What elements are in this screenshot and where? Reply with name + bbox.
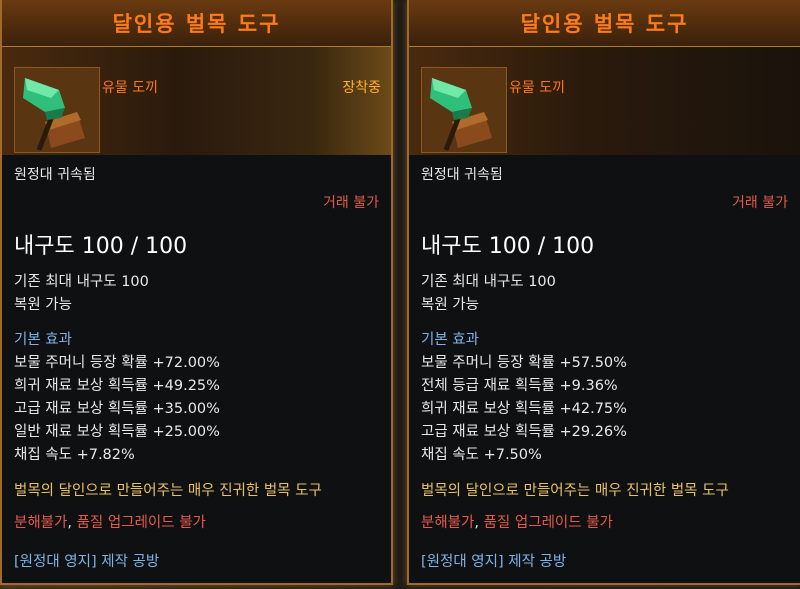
- no-disassemble: 분해불가: [421, 515, 475, 531]
- base-effect-title: 기본 효과: [421, 332, 479, 348]
- max-durability: 기존 최대 내구도 100: [14, 274, 149, 290]
- effect-line: 고급 재료 보상 획득률 +29.26%: [421, 424, 627, 440]
- item-tooltip-compare: 달인용 벌목 도구 유물 도끼 원정대 귀속됨 거래 불가 내구도 100 / …: [407, 0, 800, 585]
- max-durability: 기존 최대 내구도 100: [421, 274, 556, 290]
- effect-line: 보물 주머니 등장 확률 +57.50%: [421, 355, 627, 371]
- effect-line: 전체 등급 재료 획득률 +9.36%: [421, 378, 618, 394]
- durability: 내구도 100 / 100: [14, 234, 188, 259]
- restorable: 복원 가능: [14, 297, 72, 313]
- effect-line: 채집 속도 +7.82%: [14, 447, 135, 463]
- item-grade-type: 유물 도끼: [509, 80, 565, 96]
- no-quality-upgrade: 품질 업그레이드 불가: [483, 515, 613, 531]
- restrictions: 분해불가, 품질 업그레이드 불가: [421, 511, 613, 532]
- equipped-badge: 장착중: [342, 80, 381, 96]
- item-grade-type: 유물 도끼: [102, 80, 158, 96]
- trade-status: 거래 불가: [323, 195, 379, 211]
- restrictions: 분해불가, 품질 업그레이드 불가: [14, 511, 206, 532]
- effect-line: 일반 재료 보상 획득률 +25.00%: [14, 424, 220, 440]
- item-description: 벌목의 달인으로 만들어주는 매우 진귀한 벌목 도구: [421, 483, 729, 499]
- durability: 내구도 100 / 100: [421, 234, 595, 259]
- tooltip-header: 유물 도끼: [409, 47, 800, 155]
- effect-line: 보물 주머니 등장 확률 +72.00%: [14, 355, 220, 371]
- effect-line: 고급 재료 보상 획득률 +35.00%: [14, 401, 220, 417]
- item-source: [원정대 영지] 제작 공방: [421, 554, 567, 570]
- no-disassemble: 분해불가: [14, 515, 68, 531]
- tooltip-title-bar: 달인용 벌목 도구: [2, 0, 391, 47]
- bound-status: 원정대 귀속됨: [421, 167, 503, 183]
- green-axe-icon: [421, 67, 507, 153]
- separator: ,: [474, 515, 479, 531]
- item-name: 달인용 벌목 도구: [520, 12, 689, 36]
- effect-line: 희귀 재료 보상 획득률 +49.25%: [14, 378, 220, 394]
- trade-status: 거래 불가: [732, 195, 788, 211]
- bound-status: 원정대 귀속됨: [14, 167, 96, 183]
- green-axe-icon: [14, 67, 100, 153]
- effect-line: 희귀 재료 보상 획득률 +42.75%: [421, 401, 627, 417]
- item-source: [원정대 영지] 제작 공방: [14, 554, 160, 570]
- item-description: 벌목의 달인으로 만들어주는 매우 진귀한 벌목 도구: [14, 483, 322, 499]
- separator: ,: [67, 515, 72, 531]
- effect-line: 채집 속도 +7.50%: [421, 447, 542, 463]
- no-quality-upgrade: 품질 업그레이드 불가: [76, 515, 206, 531]
- item-tooltip-equipped: 달인용 벌목 도구 유물 도끼 장착중 원정대 귀속됨 거래 불가 내구도 10…: [0, 0, 393, 585]
- tooltip-header: 유물 도끼 장착중: [2, 47, 391, 155]
- item-name: 달인용 벌목 도구: [112, 12, 281, 36]
- restorable: 복원 가능: [421, 297, 479, 313]
- base-effect-title: 기본 효과: [14, 332, 72, 348]
- tooltip-title-bar: 달인용 벌목 도구: [409, 0, 800, 47]
